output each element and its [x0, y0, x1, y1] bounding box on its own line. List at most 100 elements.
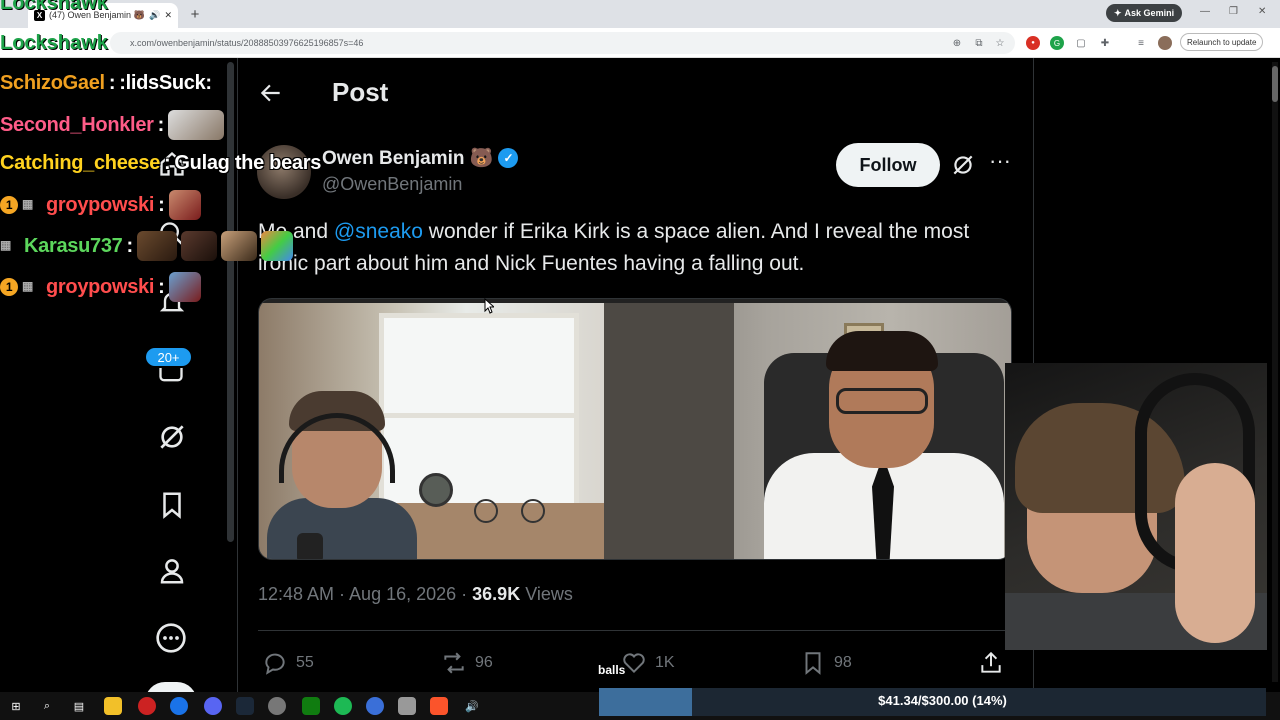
emote-image	[220, 231, 257, 261]
star-icon[interactable]: ☆	[993, 36, 1007, 50]
chat-message: 1 ▦ groypowski:	[0, 272, 201, 302]
right-speaker-hair	[826, 331, 938, 371]
bookmark-button[interactable]: 98	[800, 650, 852, 676]
chat-colon: :	[108, 72, 116, 94]
webcam-hand	[1175, 463, 1255, 643]
address-bar-row: x.com/owenbenjamin/status/20888503976625…	[0, 28, 1280, 58]
app-icon[interactable]	[268, 697, 286, 715]
reply-button[interactable]: 55	[262, 650, 314, 676]
gemini-sparkle-icon: ✦	[1114, 7, 1122, 18]
chat-message: SchizoGael: :lidsSuck:	[0, 72, 212, 95]
page-scrollbar[interactable]	[1272, 62, 1278, 682]
views-count: 36.9K	[472, 584, 521, 604]
chat-username: groypowski	[46, 193, 155, 216]
discord-icon[interactable]	[204, 697, 222, 715]
xbox-icon[interactable]	[302, 697, 320, 715]
chrome-icon[interactable]	[170, 697, 188, 715]
subscriber-badge-icon: ▦	[22, 197, 34, 211]
left-speaker	[267, 383, 417, 559]
chat-username: Second_Honkler	[0, 113, 154, 136]
subscriber-badge-icon: ▦	[0, 238, 12, 252]
share-button[interactable]	[978, 650, 1004, 676]
url-field[interactable]: x.com/owenbenjamin/status/20888503976625…	[110, 32, 1015, 54]
adblock-extension-icon[interactable]: ●	[1026, 36, 1040, 50]
media-icon[interactable]: ≡	[1134, 36, 1148, 50]
bookmark-action-icon	[805, 652, 821, 675]
stream-brand: Lockshawk	[0, 0, 108, 14]
repost-icon	[444, 652, 464, 674]
profile-avatar-icon[interactable]	[1158, 36, 1172, 50]
views-label: Views	[520, 584, 573, 604]
chat-colon: :	[164, 152, 171, 174]
emote-image	[136, 231, 177, 261]
page-scrollbar-thumb[interactable]	[1272, 66, 1278, 102]
ask-gemini-button[interactable]: ✦ Ask Gemini	[1106, 4, 1183, 22]
sidebar-scrollbar[interactable]	[227, 62, 234, 542]
more-circle-icon[interactable]	[155, 622, 187, 654]
author-handle[interactable]: @OwenBenjamin	[322, 174, 462, 195]
app-icon[interactable]	[138, 697, 156, 715]
browser-tab-bar: X (47) Owen Benjamin 🐻 on X 🔊 ✕ + ✦ Ask …	[0, 0, 1280, 28]
close-window-icon[interactable]: ✕	[1258, 6, 1266, 17]
ask-gemini-label: Ask Gemini	[1124, 8, 1175, 18]
zoom-icon[interactable]: ⊕	[950, 36, 964, 50]
streamer-webcam	[1005, 363, 1267, 650]
chat-colon: :	[126, 234, 133, 257]
new-tab-button[interactable]: +	[186, 6, 204, 23]
file-explorer-icon[interactable]	[104, 697, 122, 715]
app-icon[interactable]	[398, 697, 416, 715]
author-name-row[interactable]: Owen Benjamin 🐻 ✓	[322, 146, 519, 170]
taskbar-search-icon[interactable]: ⌕	[38, 697, 56, 715]
back-arrow-icon[interactable]	[258, 80, 284, 106]
mention-link[interactable]: @sneako	[334, 220, 423, 243]
repost-button[interactable]: 96	[441, 650, 493, 676]
bookmark-icon[interactable]	[157, 489, 187, 521]
follow-button[interactable]: Follow	[836, 143, 940, 187]
profile-icon[interactable]	[157, 555, 187, 587]
reply-icon	[265, 653, 285, 675]
speaker-icon: 🔊	[149, 10, 161, 20]
chat-username: Karasu737	[24, 234, 123, 257]
post-meta: 12:48 AM · Aug 16, 2026 · 36.9K Views	[258, 584, 573, 605]
emote-image	[168, 110, 224, 140]
chat-text: Gulag the bears	[174, 152, 322, 174]
wall-clock	[419, 473, 453, 507]
grok-nav-icon[interactable]	[156, 421, 188, 453]
extension-icon[interactable]: ▢	[1074, 36, 1088, 50]
windows-start-icon[interactable]: ⊞	[7, 697, 25, 715]
grok-icon[interactable]	[950, 152, 976, 178]
microphone-icon	[297, 533, 323, 559]
tab-close-icon[interactable]: ✕	[164, 10, 172, 21]
verified-badge-icon: ✓	[498, 148, 519, 168]
messages-badge: 20+	[144, 346, 193, 368]
volume-icon[interactable]: 🔊	[463, 697, 481, 715]
tweet-video[interactable]	[258, 298, 1012, 560]
chat-username: Catching_cheese	[0, 152, 161, 174]
task-view-icon[interactable]: ▤	[70, 697, 88, 715]
like-button[interactable]: 1K	[621, 650, 675, 676]
emote-image	[168, 190, 201, 220]
maximize-icon[interactable]: ❐	[1229, 6, 1238, 17]
donation-goal-text: $41.34/$300.00 (14%)	[878, 693, 1007, 708]
reply-count: 55	[296, 654, 314, 671]
more-icon[interactable]: ···	[988, 150, 1012, 178]
app-icon[interactable]	[366, 697, 384, 715]
green-extension-icon[interactable]: G	[1050, 36, 1064, 50]
install-icon[interactable]: ⧉	[972, 36, 986, 50]
post-timestamp[interactable]: 12:48 AM · Aug 16, 2026 ·	[258, 584, 472, 604]
puzzle-icon[interactable]: ✚	[1098, 36, 1112, 50]
mouse-cursor-icon	[484, 298, 494, 314]
author-name[interactable]: Owen Benjamin 🐻	[322, 146, 493, 170]
repost-count: 96	[475, 654, 493, 671]
minimize-icon[interactable]: —	[1200, 6, 1210, 17]
spotify-icon[interactable]	[334, 697, 352, 715]
tweet-text: Me and @sneako wonder if Erika Kirk is a…	[258, 216, 998, 280]
relaunch-button[interactable]: Relaunch to update	[1180, 33, 1264, 51]
emote-image	[180, 231, 217, 261]
brave-icon[interactable]	[430, 697, 448, 715]
chat-message: ▦ Karasu737:	[0, 231, 293, 261]
chat-colon: :	[158, 193, 165, 216]
bike-wheel	[521, 499, 545, 523]
steam-icon[interactable]	[236, 697, 254, 715]
shelf	[604, 303, 734, 559]
